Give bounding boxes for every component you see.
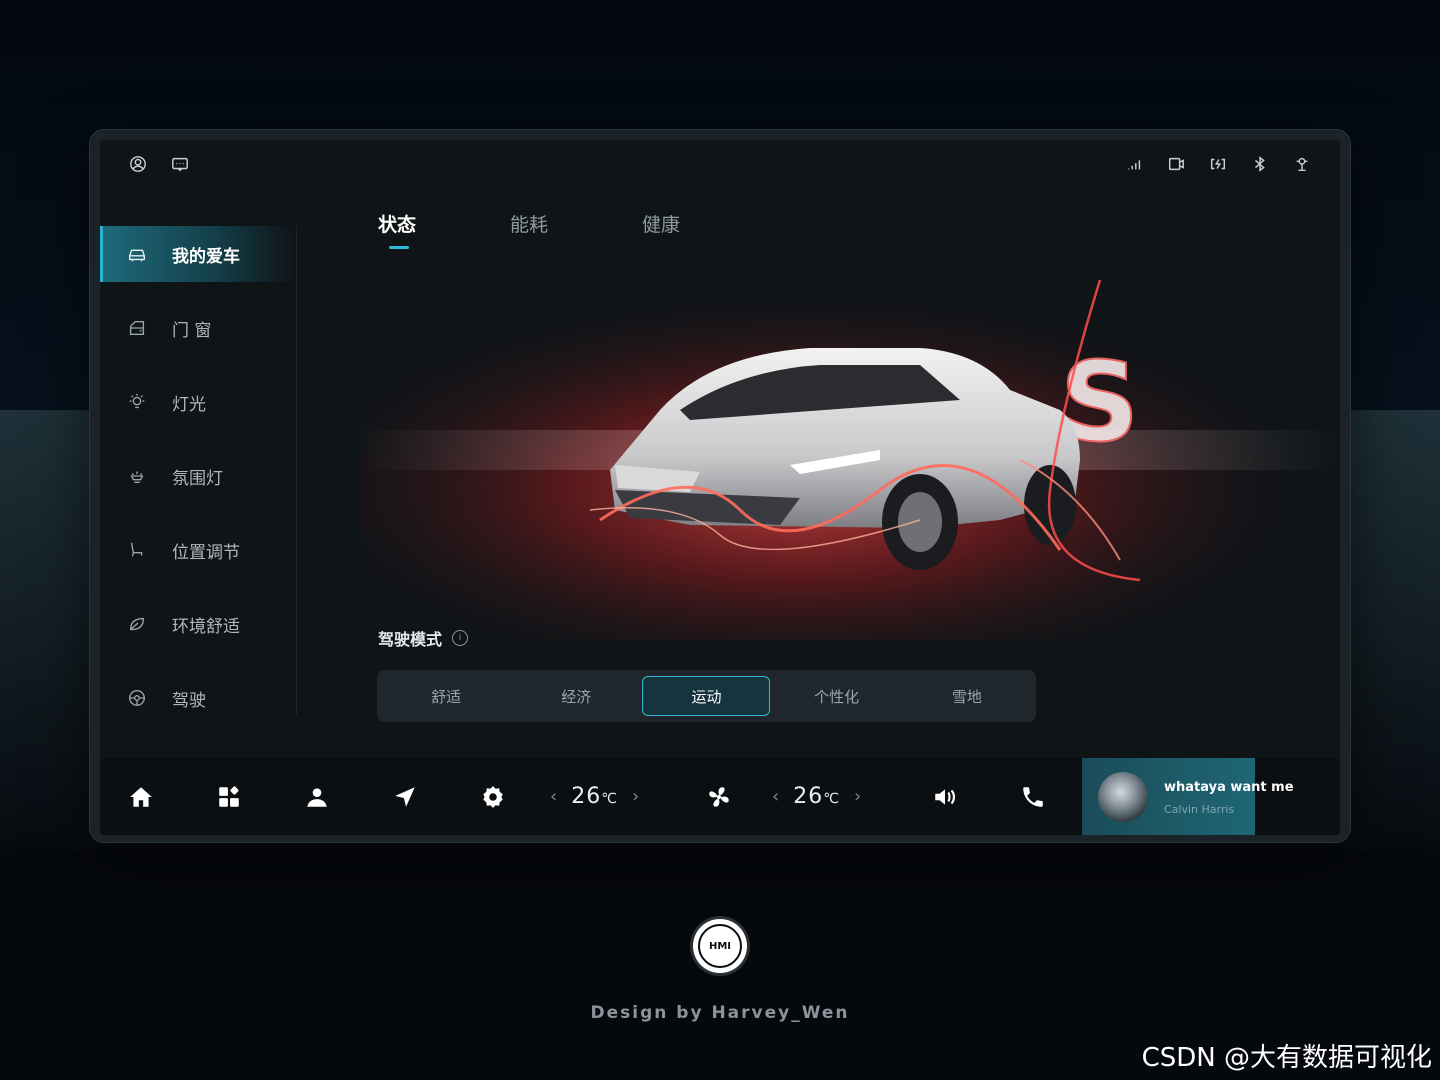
tab-energy[interactable]: 能耗	[510, 210, 548, 237]
user-circle-icon[interactable]	[128, 154, 148, 174]
settings-icon[interactable]	[480, 758, 506, 835]
song-title: whataya want me	[1164, 780, 1294, 795]
light-icon	[126, 391, 148, 413]
bluetooth-icon[interactable]	[1250, 154, 1270, 174]
hmi-logo: HMI	[693, 919, 747, 973]
message-icon[interactable]	[170, 154, 190, 174]
temp-increase-left[interactable]: ›	[632, 786, 639, 807]
phone-icon[interactable]	[1020, 758, 1046, 835]
seat-icon	[126, 539, 148, 561]
sidebar-item-my-car[interactable]: 我的爱车	[100, 226, 296, 282]
sidebar-item-ambient-light[interactable]: 氛围灯	[100, 448, 296, 504]
mode-eco[interactable]: 经济	[512, 676, 640, 716]
leaf-icon	[126, 613, 148, 635]
sidebar-item-label: 我的爱车	[172, 246, 240, 267]
right-temp-value: 26℃	[793, 784, 840, 809]
sidebar-item-label: 灯光	[172, 394, 206, 415]
sidebar-divider	[296, 226, 297, 716]
volume-icon[interactable]	[932, 758, 958, 835]
status-bar-right	[1124, 154, 1312, 174]
fan-icon[interactable]	[706, 758, 732, 835]
sidebar-item-label: 位置调节	[172, 542, 240, 563]
car-icon	[126, 243, 148, 265]
sidebar-item-label: 环境舒适	[172, 616, 240, 637]
right-temperature-control: ‹ 26℃ ›	[772, 758, 861, 835]
tab-health[interactable]: 健康	[642, 210, 680, 237]
info-icon[interactable]: i	[452, 630, 469, 646]
sidebar: 我的爱车 门 窗 灯光 氛围灯 位置调节 环境舒适 驾驶	[100, 226, 296, 726]
drive-mode-selector: 舒适 经济 运动 个性化 雪地	[377, 670, 1036, 722]
signal-icon	[1124, 154, 1144, 174]
profile-icon[interactable]	[304, 758, 330, 835]
album-cover	[1098, 772, 1148, 822]
wifi-icon[interactable]	[1292, 154, 1312, 174]
sidebar-item-doors-windows[interactable]: 门 窗	[100, 300, 296, 356]
status-bar-left	[128, 154, 190, 174]
home-icon[interactable]	[128, 758, 154, 835]
tab-status[interactable]: 状态	[378, 210, 416, 249]
temp-decrease-right[interactable]: ‹	[772, 786, 779, 807]
sidebar-item-label: 驾驶	[172, 690, 206, 711]
sidebar-item-lights[interactable]: 灯光	[100, 374, 296, 430]
door-icon	[126, 317, 148, 339]
song-artist: Calvin Harris	[1164, 803, 1235, 816]
screen-record-icon[interactable]	[1166, 154, 1186, 174]
ambient-light-icon	[126, 465, 148, 487]
logo-text: HMI	[698, 924, 742, 968]
drive-mode-header: 驾驶模式 i	[378, 626, 469, 650]
left-temperature-control: ‹ 26℃ ›	[550, 758, 639, 835]
sidebar-item-comfort[interactable]: 环境舒适	[100, 596, 296, 652]
temp-increase-right[interactable]: ›	[854, 786, 861, 807]
watermark: CSDN @大有数据可视化	[1141, 1043, 1432, 1073]
sidebar-item-label: 氛围灯	[172, 468, 223, 489]
sidebar-item-driving[interactable]: 驾驶	[100, 670, 296, 726]
mode-custom[interactable]: 个性化	[773, 676, 901, 716]
infotainment-screen: 我的爱车 门 窗 灯光 氛围灯 位置调节 环境舒适 驾驶 状态 能耗 健康 S …	[100, 140, 1340, 835]
navigation-icon[interactable]	[392, 758, 418, 835]
sidebar-item-seat-position[interactable]: 位置调节	[100, 522, 296, 578]
steering-wheel-icon	[126, 687, 148, 709]
temp-decrease-left[interactable]: ‹	[550, 786, 557, 807]
status-tabs: 状态 能耗 健康	[378, 210, 680, 249]
drive-mode-title: 驾驶模式	[378, 630, 443, 649]
mode-sport[interactable]: 运动	[642, 676, 771, 716]
music-widget[interactable]: whataya want me Calvin Harris	[1082, 758, 1340, 835]
mode-snow[interactable]: 雪地	[903, 676, 1031, 716]
car-hero-image: S	[360, 260, 1340, 640]
apps-icon[interactable]	[216, 758, 242, 835]
charge-icon	[1208, 154, 1228, 174]
sidebar-item-label: 门 窗	[172, 320, 212, 341]
mode-comfort[interactable]: 舒适	[382, 676, 510, 716]
left-temp-value: 26℃	[571, 784, 618, 809]
design-credit: Design by Harvey_Wen	[590, 1003, 850, 1023]
